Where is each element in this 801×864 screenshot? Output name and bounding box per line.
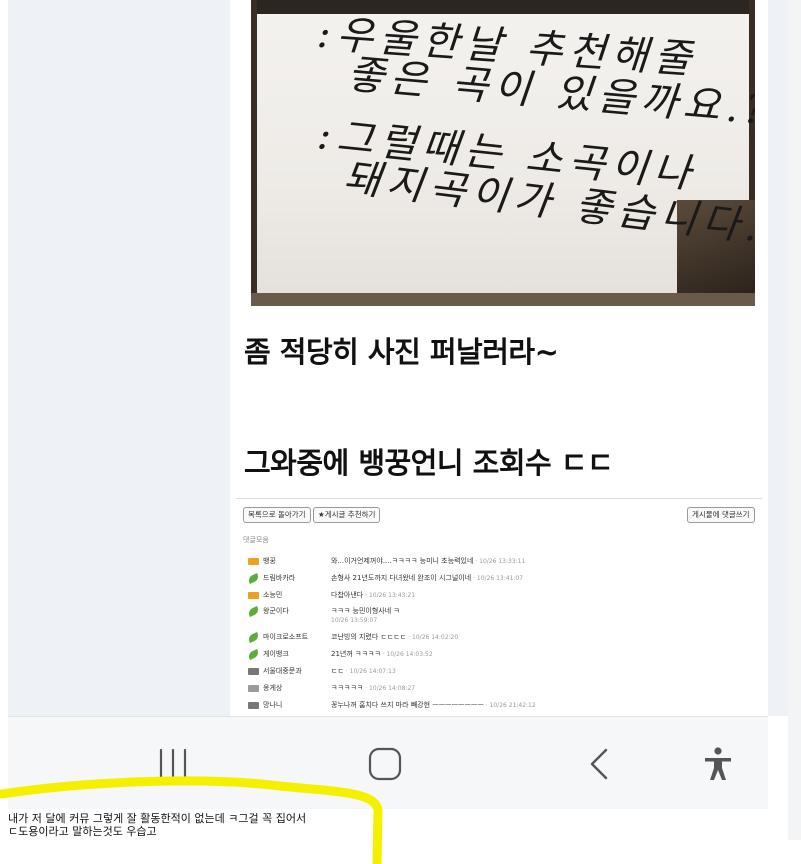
comment-text: 21년꺼 ㅋㅋㅋㅋ · 10/26 14:03:52	[331, 649, 433, 659]
comment-body: 다찹아낸다	[331, 591, 364, 599]
comment-text: 다찹아낸다 · 10/26 13:43:21	[331, 590, 415, 600]
back-to-list-button[interactable]: 목록으로 돌아가기	[243, 507, 311, 523]
comment-section-title: 댓글모음	[243, 536, 269, 544]
comment-body: 와...이거언제꺼야....ㅋㅋㅋㅋ 능미니 초능력있네	[331, 557, 474, 565]
leaf-badge-icon	[247, 606, 260, 617]
comment-timestamp: 10/26 13:41:07	[476, 575, 524, 582]
recommend-post-button[interactable]: ★게시글 추천하기	[313, 507, 381, 523]
comment-timestamp: 10/26 13:59:07	[331, 617, 378, 624]
comment-author[interactable]: 드림바카라	[263, 573, 295, 583]
comment-body: ㅋㅋㅋ 능민이형사네 ㅋ	[331, 607, 400, 615]
overlay-caption: 내가 저 달에 커뮤 그렇게 잘 활동한적이 없는데 ㅋ그걸 꼭 집어서 ㄷ도용…	[8, 812, 306, 838]
comment-body: 손형사 21년도까지 다녀왔네 완조이 시그널이네	[331, 574, 472, 582]
outer-margin	[0, 0, 8, 864]
comment-timestamp: 10/26 13:33:11	[479, 558, 526, 565]
comment-author[interactable]: 뱅꿍	[263, 556, 276, 566]
comment-text: 꽁누나꺼 훔치다 쓰지 마라 빼강현 ㅡㅡㅡㅡㅡㅡㅡㅡ · 10/26 21:4…	[331, 700, 536, 710]
comment-timestamp: 10/26 14:08:27	[368, 685, 416, 692]
post-heading-2: 그와중에 뱅꿍언니 조회수 ㄷㄷ	[244, 446, 614, 480]
comment-body: 꽁누나꺼 훔치다 쓰지 마라 빼강현 ㅡㅡㅡㅡㅡㅡㅡㅡ	[331, 701, 484, 709]
comment-timestamp: 10/26 13:43:21	[368, 592, 416, 599]
level-badge-icon	[248, 702, 259, 709]
comment-text: ㄷㄷ · 10/26 14:07:13	[331, 666, 396, 676]
leaf-badge-icon	[247, 632, 260, 643]
scroll-edge	[788, 0, 801, 840]
level-badge-icon	[248, 558, 259, 565]
comment-body: ㅋㅋㅋㅋㅋ	[331, 684, 364, 692]
post-content: :우울한날 추천해줄 좋은 곡이 있을까요.? :그럴때는 소곡이나 돼지곡이가…	[230, 0, 768, 716]
comment-text: 손형사 21년도까지 다녀왔네 완조이 시그널이네 · 10/26 13:41:…	[331, 573, 523, 583]
caption-line-1: 내가 저 달에 커뮤 그렇게 잘 활동한적이 없는데 ㅋ그걸 꼭 집어서	[8, 812, 307, 825]
level-badge-icon	[248, 685, 259, 692]
comment-text: 코난빙의 지렸다 ㄷㄷㄷㄷ · 10/26 14:02:20	[331, 632, 458, 642]
whiteboard-frame-bottom	[251, 293, 755, 306]
level-badge-icon	[248, 592, 259, 599]
level-badge-icon	[248, 668, 259, 675]
comment-body: ㄷㄷ	[331, 667, 344, 675]
accessibility-icon[interactable]	[702, 747, 734, 781]
comment-text: 와...이거언제꺼야....ㅋㅋㅋㅋ 능미니 초능력있네 · 10/26 13:…	[331, 556, 525, 566]
comment-text: ㅋㅋㅋㅋㅋ · 10/26 14:08:27	[331, 683, 415, 693]
comment-author[interactable]: 서울대중문과	[263, 666, 302, 676]
leaf-badge-icon	[247, 573, 260, 584]
comment-body: 코난빙의 지렸다 ㄷㄷㄷㄷ	[331, 633, 407, 641]
right-gutter	[768, 0, 788, 716]
comment-author[interactable]: 소능민	[263, 590, 282, 600]
comment-timestamp: 10/26 14:07:13	[349, 668, 396, 675]
comment-timestamp: 10/26 14:03:52	[386, 651, 433, 658]
post-heading-1: 좀 적당히 사진 퍼날러라~	[244, 335, 559, 369]
comment-author[interactable]: 옹게상	[263, 683, 282, 693]
write-comment-button[interactable]: 게시물에 댓글쓰기	[687, 507, 755, 523]
leaf-badge-icon	[247, 649, 260, 660]
comment-author[interactable]: 망나니	[263, 700, 282, 710]
comment-timestamp: 10/26 14:02:20	[412, 634, 459, 641]
comment-text: ㅋㅋㅋ 능민이형사네 ㅋ	[331, 606, 400, 616]
left-gutter	[8, 0, 230, 716]
comment-timestamp: 10/26 21:42:12	[489, 702, 536, 709]
back-icon[interactable]	[588, 747, 612, 781]
comment-author[interactable]: 마이크로소프트	[263, 632, 308, 642]
post-photo: :우울한날 추천해줄 좋은 곡이 있을까요.? :그럴때는 소곡이나 돼지곡이가…	[251, 0, 755, 306]
comment-author[interactable]: 왕군이다	[263, 606, 289, 616]
comment-divider	[236, 498, 762, 499]
caption-line-2: ㄷ도용이라고 말하는것도 우습고	[8, 825, 157, 838]
comment-body: 21년꺼 ㅋㅋㅋㅋ	[331, 650, 381, 658]
comment-author[interactable]: 게이뱅크	[263, 649, 289, 659]
